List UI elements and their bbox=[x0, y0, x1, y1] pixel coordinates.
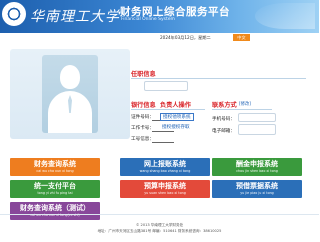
footer-address: 地址：广州市天河区五山路381号 邮编：510641 财务系统咨询：386100… bbox=[97, 229, 222, 233]
finance-query-test-tile[interactable]: 财务查询系统（测试） cai wu cha xun xi tong(ce shi… bbox=[10, 202, 100, 220]
tile-label: 预算申报系统 bbox=[144, 182, 186, 190]
current-date: 2024年03月12日，星期二 bbox=[160, 35, 211, 40]
contact-edit-link[interactable]: [修改] bbox=[239, 101, 251, 107]
bank-field-staff-line bbox=[152, 142, 174, 143]
responsible-title: 负责人操作 bbox=[160, 102, 191, 109]
unified-payment-tile[interactable]: 统一支付平台 tong yi zhi fu ping tai bbox=[10, 180, 100, 198]
pre-borrow-receipt-tile[interactable]: 预借票据系统 yu jie piao ju xi tong bbox=[212, 180, 302, 198]
tile-pinyin: cai wu cha xun xi tong bbox=[36, 169, 74, 173]
personal-info-box bbox=[144, 81, 188, 91]
personal-info-title: 任职信息 bbox=[131, 71, 156, 78]
avatar-head bbox=[60, 65, 80, 89]
tile-pinyin: wang shang bao zhang xi tong bbox=[139, 169, 191, 173]
tile-label: 预借票据系统 bbox=[236, 182, 278, 190]
authorize-access-link[interactable]: 授权授权存取 bbox=[162, 124, 190, 130]
finance-query-system-tile[interactable]: 财务查询系统 cai wu cha xun xi tong bbox=[10, 158, 100, 176]
tile-label: 财务查询系统 bbox=[34, 160, 76, 168]
tile-pinyin: tong yi zhi fu ping tai bbox=[37, 191, 73, 195]
footer-copyright: © 2013 华南理工大学财务处 bbox=[135, 223, 184, 227]
tile-label: 统一支付平台 bbox=[34, 182, 76, 190]
personal-info-divider bbox=[131, 78, 306, 79]
bank-field-id-label: 证件号码： bbox=[131, 115, 154, 120]
contact-title: 联系方式 bbox=[212, 102, 237, 109]
contact-phone-label: 手机号码： bbox=[212, 117, 235, 122]
tile-label: 酬金申报系统 bbox=[236, 160, 278, 168]
contact-email-label: 电子邮箱： bbox=[212, 129, 235, 134]
tile-pinyin: yu jie piao ju xi tong bbox=[240, 191, 274, 195]
system-subtitle: Financial Online System bbox=[121, 17, 175, 22]
tile-label: 财务查询系统（测试） bbox=[20, 204, 90, 212]
contact-phone-box bbox=[238, 113, 276, 122]
authorize-other-system-link[interactable]: 授权他项系统 bbox=[160, 113, 194, 121]
language-switch[interactable]: 中文 bbox=[233, 34, 250, 41]
tile-pinyin: chou jin shen bao xi tong bbox=[236, 169, 278, 173]
tile-pinyin: yu suan shen bao xi tong bbox=[144, 191, 186, 195]
university-seal-icon bbox=[2, 2, 26, 26]
contact-divider bbox=[212, 109, 272, 110]
avatar-placeholder-icon bbox=[42, 55, 98, 133]
bank-info-title: 银行信息 bbox=[131, 102, 156, 109]
contact-email-box bbox=[238, 124, 276, 135]
responsible-divider bbox=[160, 109, 205, 110]
bank-field-card-line bbox=[152, 131, 174, 132]
bank-field-staff-label: 工号信息： bbox=[131, 137, 154, 142]
footer-divider bbox=[0, 214, 319, 215]
online-reimbursement-tile[interactable]: 网上报账系统 wang shang bao zhang xi tong bbox=[120, 158, 210, 176]
remuneration-declaration-tile[interactable]: 酬金申报系统 chou jin shen bao xi tong bbox=[212, 158, 302, 176]
tile-label: 网上报账系统 bbox=[144, 160, 186, 168]
university-name-logo: 华南理工大学 bbox=[30, 9, 120, 25]
header-banner: 华南理工大学 财务网上综合服务平台 Financial Online Syste… bbox=[0, 0, 319, 33]
header-decoration bbox=[255, 3, 315, 29]
profile-photo-panel bbox=[10, 49, 130, 139]
bank-field-card-label: 工作卡号： bbox=[131, 126, 154, 131]
budget-declaration-tile[interactable]: 预算申报系统 yu suan shen bao xi tong bbox=[120, 180, 210, 198]
